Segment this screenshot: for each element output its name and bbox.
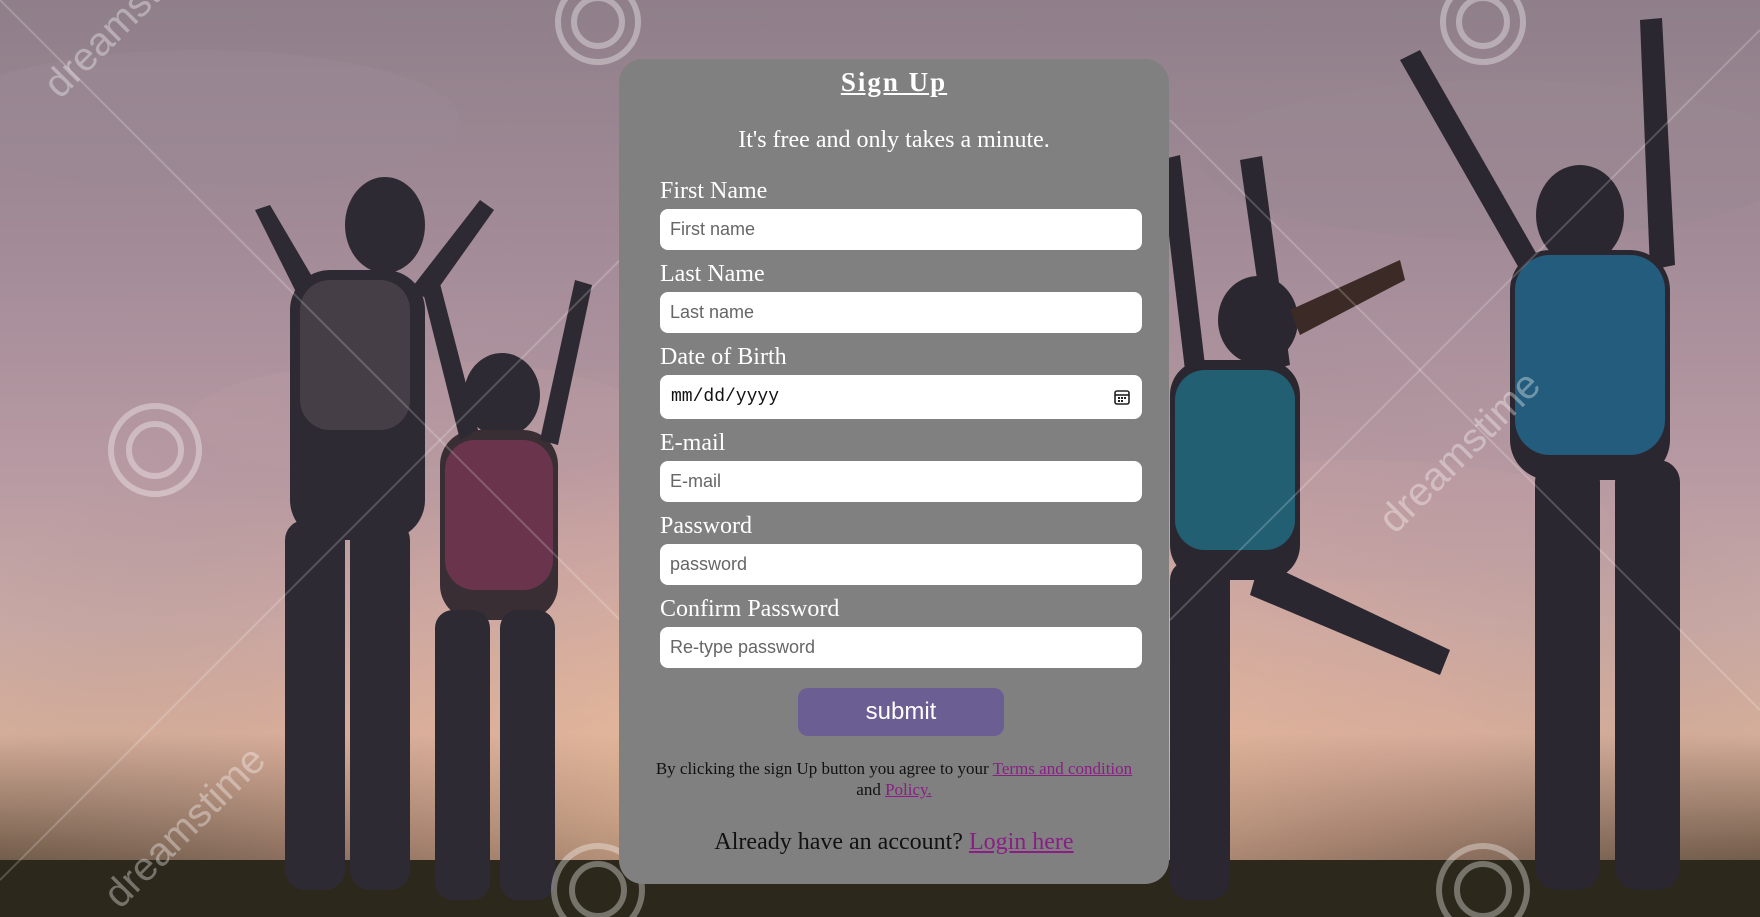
last-name-input[interactable] (660, 292, 1142, 333)
subtitle: It's free and only takes a minute. (738, 127, 1050, 153)
email-label: E-mail (660, 430, 726, 456)
submit-button[interactable]: submit (798, 688, 1004, 736)
last-name-label: Last Name (660, 261, 765, 287)
confirm-password-input[interactable] (660, 627, 1142, 668)
login-link[interactable]: Login here (969, 829, 1074, 855)
dob-value: mm/dd/yyyy (671, 387, 780, 407)
policy-link[interactable]: Policy. (885, 780, 932, 799)
email-input[interactable] (660, 461, 1142, 502)
page-title: Sign Up (840, 67, 948, 97)
dob-label: Date of Birth (660, 344, 787, 370)
terms-prefix: By clicking the sign Up button you agree… (655, 759, 989, 778)
terms-notice: By clicking the sign Up button you agree… (639, 758, 1149, 800)
login-prompt-text: Already have an account? (714, 829, 963, 855)
first-name-input[interactable] (660, 209, 1142, 250)
terms-and: and (856, 780, 881, 799)
first-name-label: First Name (660, 178, 768, 204)
password-label: Password (660, 513, 753, 539)
dob-input[interactable]: mm/dd/yyyy (660, 375, 1142, 419)
confirm-password-label: Confirm Password (660, 596, 840, 622)
calendar-icon[interactable] (1113, 388, 1131, 406)
signup-card: Sign Up It's free and only takes a minut… (619, 59, 1169, 884)
password-input[interactable] (660, 544, 1142, 585)
terms-link[interactable]: Terms and condition (993, 759, 1133, 778)
login-prompt: Already have an account? Login here (619, 829, 1169, 856)
